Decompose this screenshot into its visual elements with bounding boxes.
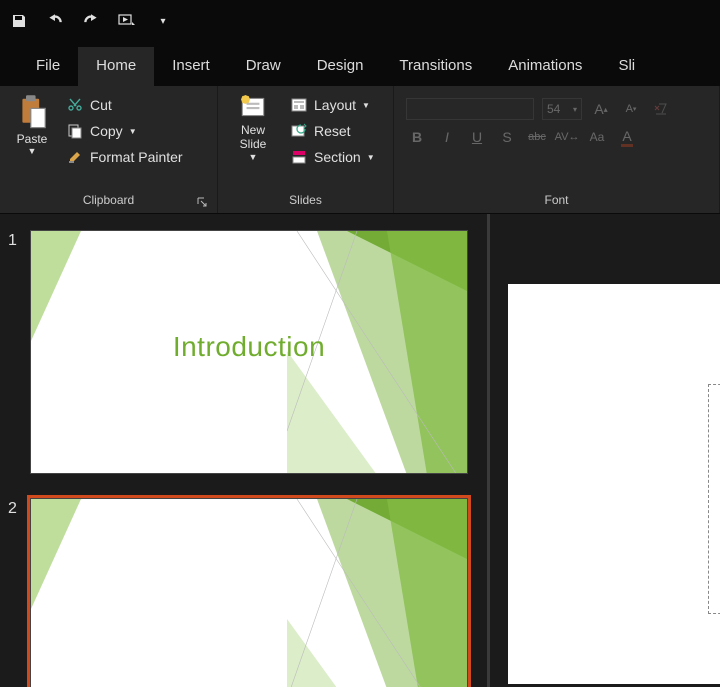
copy-label: Copy (90, 123, 123, 139)
tab-transitions[interactable]: Transitions (381, 47, 490, 86)
section-label: Section (314, 149, 361, 165)
paste-button[interactable]: Paste ▼ (8, 92, 56, 191)
increase-font-button[interactable]: A▴ (590, 98, 612, 120)
paintbrush-icon (66, 148, 84, 166)
change-case-button[interactable]: Aa (586, 126, 608, 148)
group-label-clipboard: Clipboard (8, 191, 209, 211)
reset-button[interactable]: Reset (286, 120, 379, 142)
char-spacing-button[interactable]: AV↔ (556, 126, 578, 148)
scissors-icon (66, 96, 84, 114)
group-label-slides: Slides (226, 191, 385, 211)
chevron-down-icon: ▾ (573, 105, 577, 114)
italic-button[interactable]: I (436, 126, 458, 148)
title-placeholder[interactable]: Cl (708, 384, 720, 614)
reset-label: Reset (314, 123, 351, 139)
reset-icon (290, 122, 308, 140)
cut-button[interactable]: Cut (62, 94, 187, 116)
slide-thumbnail[interactable]: Introduction (30, 230, 468, 474)
slide-editor: Cl (490, 214, 720, 687)
font-size-combo[interactable]: 54 ▾ (542, 98, 582, 120)
slide-thumbnail-panel: 1 Introduction 2 (0, 214, 490, 687)
group-font: 54 ▾ A▴ A▾ B I U S abc AV↔ Aa A (394, 86, 720, 213)
chevron-down-icon: ▼ (249, 152, 258, 162)
ribbon-tabs: File Home Insert Draw Design Transitions… (0, 42, 720, 86)
layout-label: Layout (314, 97, 356, 113)
slide-title: Introduction (31, 331, 467, 363)
copy-button[interactable]: Copy ▼ (62, 120, 187, 142)
format-painter-button[interactable]: Format Painter (62, 146, 187, 168)
thumbnail-row: 2 (8, 498, 475, 687)
tab-design[interactable]: Design (299, 47, 382, 86)
new-slide-label: New Slide (226, 124, 280, 152)
copy-icon (66, 122, 84, 140)
strikethrough-button[interactable]: abc (526, 126, 548, 148)
undo-icon[interactable] (46, 12, 64, 30)
cut-label: Cut (90, 97, 112, 113)
ribbon: Paste ▼ Cut Copy ▼ (0, 86, 720, 214)
format-painter-label: Format Painter (90, 149, 183, 165)
new-slide-button[interactable]: New Slide ▼ (226, 92, 280, 191)
layout-button[interactable]: Layout ▼ (286, 94, 379, 116)
tab-insert[interactable]: Insert (154, 47, 228, 86)
chevron-down-icon: ▼ (28, 146, 37, 156)
tab-slideshow[interactable]: Sli (600, 47, 653, 86)
slide-number: 2 (8, 498, 30, 687)
chevron-down-icon: ▼ (367, 153, 375, 162)
tab-file[interactable]: File (18, 47, 78, 86)
group-slides: New Slide ▼ Layout ▼ Reset (218, 86, 394, 213)
save-icon[interactable] (10, 12, 28, 30)
dialog-launcher-icon[interactable] (197, 197, 207, 207)
slide-number: 1 (8, 230, 30, 474)
shadow-button[interactable]: S (496, 126, 518, 148)
chevron-down-icon: ▼ (362, 101, 370, 110)
thumbnail-row: 1 Introduction (8, 230, 475, 474)
section-button[interactable]: Section ▼ (286, 146, 379, 168)
decrease-font-button[interactable]: A▾ (620, 98, 642, 120)
workspace: 1 Introduction 2 (0, 214, 720, 687)
bold-button[interactable]: B (406, 126, 428, 148)
tab-home[interactable]: Home (78, 47, 154, 86)
font-family-combo[interactable] (406, 98, 534, 120)
font-size-value: 54 (547, 102, 560, 116)
tab-draw[interactable]: Draw (228, 47, 299, 86)
group-clipboard: Paste ▼ Cut Copy ▼ (0, 86, 218, 213)
font-color-button[interactable]: A (616, 126, 638, 148)
slide-canvas[interactable]: Cl (508, 284, 720, 684)
group-label-font: Font (402, 191, 711, 211)
start-from-beginning-icon[interactable] (118, 12, 136, 30)
layout-icon (290, 96, 308, 114)
underline-button[interactable]: U (466, 126, 488, 148)
slide-thumbnail[interactable] (30, 498, 468, 687)
quick-access-toolbar: ▾ (0, 0, 720, 42)
clear-formatting-button[interactable] (650, 98, 672, 120)
chevron-down-icon: ▼ (129, 127, 137, 136)
tab-animations[interactable]: Animations (490, 47, 600, 86)
redo-icon[interactable] (82, 12, 100, 30)
paste-label: Paste (17, 132, 48, 146)
section-icon (290, 148, 308, 166)
customize-qat-icon[interactable]: ▾ (154, 12, 172, 30)
